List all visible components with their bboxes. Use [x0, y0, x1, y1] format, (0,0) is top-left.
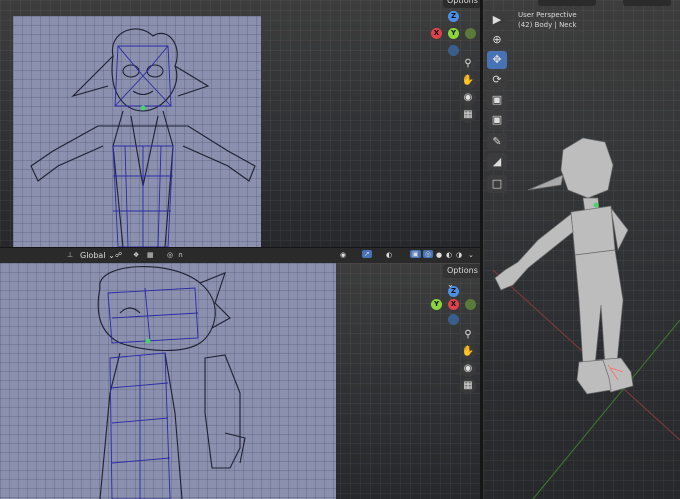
- reference-image-front: [13, 16, 261, 247]
- options-button-top[interactable]: Options: [443, 0, 480, 8]
- orientation-icon[interactable]: ⊥: [67, 251, 73, 259]
- axis-x-label[interactable]: X: [431, 28, 442, 39]
- options-label: Options: [447, 266, 478, 275]
- viewport-perspective[interactable]: User Perspective (42) Body | Neck: [483, 0, 680, 499]
- camera-icon[interactable]: ◉: [460, 361, 476, 377]
- cursor-icon[interactable]: ⊕: [487, 31, 507, 49]
- axis-x-label-side[interactable]: X: [448, 299, 459, 310]
- gizmo-toggle-icon[interactable]: ➚: [362, 250, 372, 258]
- view-mode-title: User Perspective: [518, 11, 577, 19]
- camera-icon[interactable]: ◉: [460, 90, 476, 106]
- snap-icon[interactable]: ❖: [133, 251, 139, 259]
- character-side-sketch: [97, 266, 246, 499]
- chevron-down-icon: ⌄: [108, 251, 115, 260]
- shading-options-icon[interactable]: ⌄: [468, 251, 474, 259]
- axis-y-neg[interactable]: [465, 28, 476, 39]
- header-dropdown-1[interactable]: [538, 0, 596, 6]
- axis-y-label-side[interactable]: Y: [431, 299, 442, 310]
- proportional-edit-icon[interactable]: ◎: [167, 251, 173, 259]
- move-icon[interactable]: ✥: [487, 51, 507, 69]
- rotate-icon[interactable]: ⟳: [487, 71, 507, 89]
- orientation-label: Global: [80, 251, 106, 260]
- model-3d: [492, 137, 680, 499]
- axis-z-neg[interactable]: [448, 45, 459, 56]
- reference-image-side: [0, 263, 336, 499]
- axis-z-label-side[interactable]: Z: [448, 286, 459, 297]
- shading-rendered-icon[interactable]: ◑: [456, 251, 462, 259]
- pan-hand-icon[interactable]: ✋: [460, 73, 476, 89]
- options-button[interactable]: Options ⌄: [443, 264, 480, 289]
- grid-icon[interactable]: ▦: [460, 107, 476, 123]
- shading-solid-icon[interactable]: ●: [436, 251, 442, 259]
- grid-icon[interactable]: ▦: [460, 378, 476, 394]
- view-object-types-icon[interactable]: ◉: [340, 251, 346, 259]
- axis-z-neg-side[interactable]: [448, 314, 459, 325]
- zoom-icon[interactable]: ⚲: [460, 327, 476, 343]
- annotate-icon[interactable]: ✎: [487, 133, 507, 151]
- object-info: (42) Body | Neck: [518, 21, 577, 29]
- viewport-side[interactable]: Options ⌄ Z Y X ⚲ ✋ ◉ ▦: [0, 263, 480, 499]
- zoom-icon[interactable]: ⚲: [460, 56, 476, 72]
- falloff-icon[interactable]: ∩: [178, 251, 183, 259]
- measure-icon[interactable]: ◢: [487, 153, 507, 171]
- character-front-sketch: [30, 28, 256, 247]
- xray-icon[interactable]: ▣: [410, 250, 421, 258]
- select-box-icon[interactable]: ▶: [487, 11, 507, 29]
- pan-hand-icon[interactable]: ✋: [460, 344, 476, 360]
- axis-y-label[interactable]: Y: [448, 28, 459, 39]
- scale-icon[interactable]: ▣: [487, 91, 507, 109]
- orientation-dropdown[interactable]: Global ⌄: [76, 249, 119, 263]
- transform-icon[interactable]: ▣: [487, 111, 507, 129]
- overlay-icon[interactable]: ◐: [386, 251, 392, 259]
- link-icon[interactable]: ☍: [115, 251, 122, 259]
- snap-target-icon[interactable]: ▦: [147, 251, 154, 259]
- shading-material-icon[interactable]: ◐: [446, 251, 452, 259]
- shading-wire-icon[interactable]: ◎: [423, 250, 434, 258]
- viewport-header-bar: ⊥ Global ⌄ ☍ ❖ ▦ ◎ ∩ ◉ ➚ ◐ ▣ ◎ ● ◐ ◑ ⌄: [0, 247, 480, 264]
- viewport-front[interactable]: Options Z X Y ⚲ ✋ ◉ ▦: [0, 0, 480, 247]
- header-dropdown-2[interactable]: [623, 0, 671, 6]
- axis-y-neg-side[interactable]: [465, 299, 476, 310]
- add-cube-icon[interactable]: □: [487, 175, 507, 193]
- axis-z-label[interactable]: Z: [448, 11, 459, 22]
